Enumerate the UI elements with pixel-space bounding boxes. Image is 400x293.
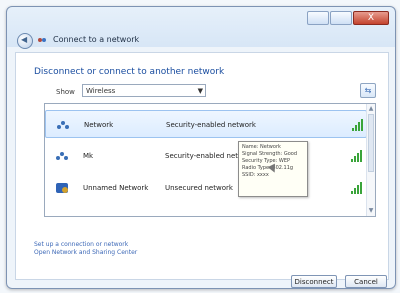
network-security: Unsecured network — [165, 184, 233, 192]
wireless-network-icon — [57, 121, 69, 129]
network-name: Unnamed Network — [83, 184, 149, 192]
network-row-mk[interactable]: Mk Security-enabled network — [45, 142, 367, 170]
tooltip-line: Signal Strength: Good — [242, 151, 298, 157]
window-title: Connect to a network — [53, 35, 140, 44]
signal-strength-icon — [351, 148, 363, 162]
scroll-thumb[interactable] — [368, 114, 374, 172]
signal-strength-icon — [351, 180, 363, 194]
setup-connection-link[interactable]: Set up a connection or network — [34, 241, 128, 248]
minimize-button[interactable] — [307, 11, 329, 25]
signal-strength-icon — [352, 117, 364, 131]
network-security: Security-enabled network — [166, 121, 256, 129]
network-list: Network Security-enabled network Mk Secu… — [44, 103, 376, 217]
unsecured-network-icon — [56, 183, 68, 193]
content-area: Disconnect or connect to another network… — [15, 52, 389, 280]
maximize-button[interactable] — [330, 11, 352, 25]
network-name: Mk — [83, 152, 94, 160]
scroll-down-icon[interactable]: ▼ — [368, 207, 374, 215]
network-center-link[interactable]: Open Network and Sharing Center — [34, 249, 137, 256]
page-heading: Disconnect or connect to another network — [34, 67, 225, 77]
network-name: Network — [84, 121, 114, 129]
show-select-value: Wireless — [86, 87, 116, 95]
network-row-network[interactable]: Network Security-enabled network — [45, 110, 367, 138]
window-controls: X — [307, 11, 389, 25]
close-button[interactable]: X — [353, 11, 389, 25]
network-icon — [38, 38, 46, 42]
connect-window: X Connect to a network Disconnect or con… — [6, 6, 396, 289]
tooltip-line: Name: Network — [242, 144, 281, 150]
refresh-icon[interactable]: ⇆ — [360, 83, 376, 98]
chevron-down-icon: ▼ — [197, 87, 203, 95]
show-label: Show — [56, 88, 75, 96]
show-select[interactable]: Wireless ▼ — [82, 84, 206, 97]
network-row-unnamed[interactable]: Unnamed Network Unsecured network — [45, 174, 367, 202]
wireless-network-icon — [56, 152, 68, 160]
cancel-button[interactable]: Cancel — [345, 275, 387, 288]
disconnect-button[interactable]: Disconnect — [291, 275, 337, 288]
list-scrollbar[interactable]: ▲ ▼ — [366, 104, 375, 216]
scroll-up-icon[interactable]: ▲ — [368, 105, 374, 113]
back-arrow-icon[interactable] — [17, 33, 33, 49]
